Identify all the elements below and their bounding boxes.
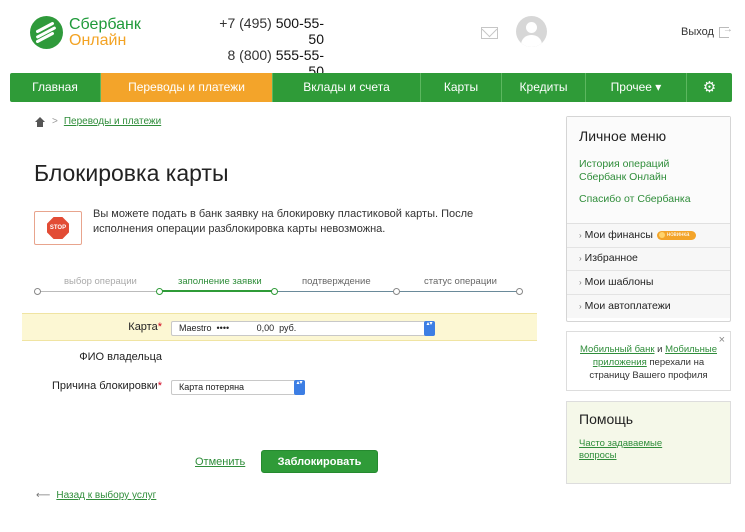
select-arrows-icon: ▴▾ — [294, 380, 305, 395]
step-label-select: выбор операции — [64, 276, 137, 287]
menu-item-finances-label: Мои финансы — [584, 228, 653, 241]
close-icon[interactable]: × — [719, 334, 725, 347]
progress-steps: выбор операции заполнение заявки подтвер… — [34, 276, 524, 298]
card-label-text: Карта — [128, 321, 158, 333]
reason-select[interactable]: Карта потеряна ▴▾ — [171, 380, 305, 395]
nav-item-home[interactable]: Главная — [10, 73, 101, 102]
required-mark: * — [157, 380, 162, 392]
step-dot-3 — [271, 288, 278, 295]
promo-and-text: и — [654, 344, 666, 355]
mobile-bank-promo: × Мобильный банк и Мобильные приложения … — [566, 331, 731, 391]
step-dot-2 — [156, 288, 163, 295]
card-select-value: Maestro •••• 0,00 руб. — [179, 323, 297, 333]
phone-numbers: +7 (495) 500-55-50 8 (800) 555-55-50 — [213, 15, 324, 79]
reason-select-value: Карта потеряна — [179, 382, 245, 392]
logout-button[interactable]: Выход — [681, 24, 733, 39]
settings-gear-icon[interactable]: ⚙ — [687, 73, 732, 102]
card-select[interactable]: Maestro •••• 0,00 руб. ▴▾ — [171, 321, 435, 336]
step-label-confirm: подтверждение — [302, 276, 371, 287]
stop-sign-icon: STOP — [34, 211, 82, 245]
phone1-prefix: +7 (495) — [219, 15, 276, 31]
step-dot-1 — [34, 288, 41, 295]
caret-icon: › — [579, 254, 582, 264]
nav-item-deposits[interactable]: Вклады и счета — [273, 73, 421, 102]
nav-item-other[interactable]: Прочее ▾ — [586, 73, 687, 102]
select-arrows-icon: ▴▾ — [424, 321, 435, 336]
stop-sign-label: STOP — [47, 217, 69, 239]
breadcrumb-link-transfers[interactable]: Переводы и платежи — [64, 116, 161, 127]
step-dot-5 — [516, 288, 523, 295]
block-notice-text: Вы можете подать в банк заявку на блокир… — [93, 208, 474, 235]
breadcrumb: > Переводы и платежи — [34, 116, 161, 127]
step-dot-4 — [393, 288, 400, 295]
mail-icon[interactable] — [481, 27, 498, 39]
reason-label: Причина блокировки* — [40, 380, 162, 392]
spasibo-link[interactable]: Спасибо от Сбербанка — [579, 193, 718, 206]
avatar[interactable] — [516, 16, 547, 47]
help-title: Помощь — [579, 411, 634, 427]
faq-link[interactable]: Часто задаваемые вопросы — [579, 438, 699, 462]
caret-icon: › — [579, 277, 582, 287]
reason-label-text: Причина блокировки — [51, 380, 158, 392]
phone2-prefix: 8 (800) — [227, 47, 276, 63]
caret-icon: › — [579, 301, 582, 311]
page-title: Блокировка карты — [34, 160, 229, 186]
owner-label: ФИО владельца — [79, 351, 162, 363]
home-icon[interactable] — [34, 116, 46, 127]
phone1-number: 500-55-50 — [275, 15, 324, 47]
logo-line1: Сбербанк — [69, 15, 141, 33]
menu-item-favorites-label: Избранное — [584, 252, 638, 265]
menu-item-favorites[interactable]: › Избранное — [567, 247, 730, 271]
logout-label: Выход — [681, 26, 714, 38]
required-mark: * — [157, 321, 162, 333]
sberbank-logo[interactable]: Сбербанк Онлайн — [30, 16, 141, 49]
logout-icon — [718, 24, 733, 38]
personal-menu-title: Личное меню — [579, 128, 667, 144]
card-label: Карта* — [60, 321, 162, 333]
breadcrumb-separator: > — [52, 116, 58, 127]
nav-item-credits[interactable]: Кредиты — [502, 73, 586, 102]
block-card-button[interactable]: Заблокировать — [261, 450, 378, 473]
back-to-services-link[interactable]: ⟵ Назад к выбору услуг — [36, 490, 156, 501]
nav-item-transfers[interactable]: Переводы и платежи — [101, 73, 273, 102]
nav-item-cards[interactable]: Карты — [421, 73, 502, 102]
personal-menu: Личное меню История операций Сбербанк Он… — [566, 116, 731, 322]
new-badge: новинка — [656, 230, 696, 240]
menu-item-templates[interactable]: › Мои шаблоны — [567, 271, 730, 295]
menu-item-autopayments[interactable]: › Мои автоплатежи — [567, 294, 730, 318]
mobile-bank-link[interactable]: Мобильный банк — [580, 344, 654, 355]
history-link[interactable]: История операций Сбербанк Онлайн — [579, 158, 718, 184]
back-link-label: Назад к выбору услуг — [56, 490, 157, 501]
menu-item-finances[interactable]: › Мои финансы новинка — [567, 224, 730, 248]
sberbank-logo-icon — [30, 16, 63, 49]
step-label-fill: заполнение заявки — [178, 276, 262, 287]
back-arrow-icon: ⟵ — [36, 490, 51, 501]
menu-item-autopayments-label: Мои автоплатежи — [584, 299, 671, 312]
step-label-status: статус операции — [424, 276, 497, 287]
menu-item-templates-label: Мои шаблоны — [584, 275, 654, 288]
logo-line2: Онлайн — [69, 31, 127, 49]
help-box: Помощь Часто задаваемые вопросы — [566, 401, 731, 484]
caret-icon: › — [579, 230, 582, 240]
main-nav: Главная Переводы и платежи Вклады и счет… — [10, 73, 732, 102]
cancel-link[interactable]: Отменить — [195, 456, 245, 468]
